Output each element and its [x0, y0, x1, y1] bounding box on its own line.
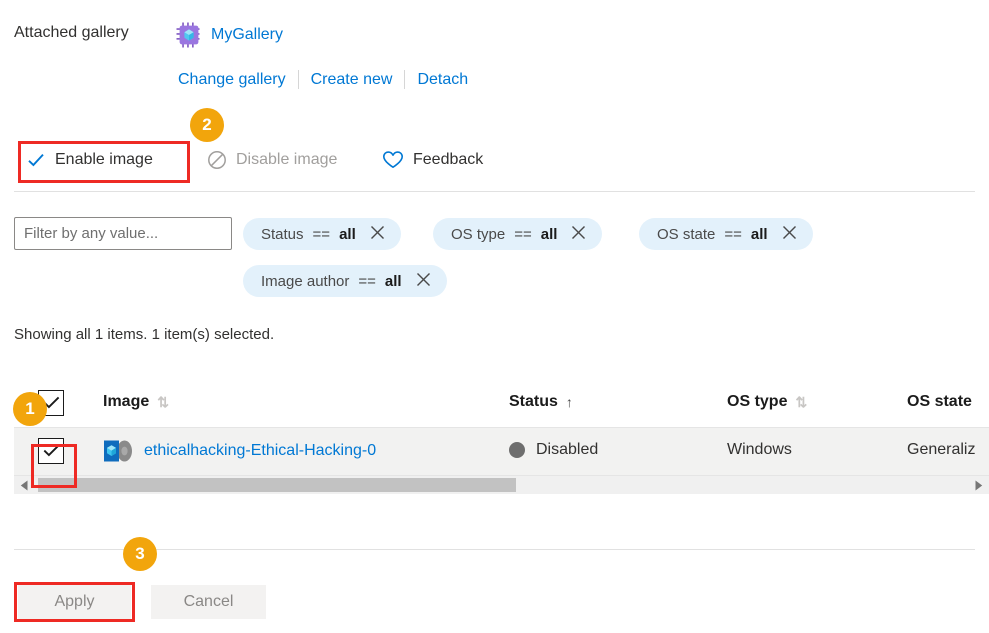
table-row[interactable]: ethicalhacking-Ethical-Hacking-0 Disable…: [14, 427, 989, 475]
gallery-name-link[interactable]: MyGallery: [211, 26, 283, 44]
row-os-type-cell: Windows: [727, 441, 792, 458]
filter-pill-os-state[interactable]: OS state == all: [639, 218, 813, 250]
status-dot-icon: [509, 442, 525, 458]
pill-field-label: OS type: [451, 225, 506, 243]
command-bar: Enable image Disable image Feedback: [0, 142, 989, 184]
row-os-state-cell: Generaliz: [907, 441, 976, 458]
pill-operator: ==: [358, 272, 376, 290]
detach-link[interactable]: Detach: [405, 71, 480, 89]
vm-image-icon: [103, 439, 133, 463]
column-header-os-type[interactable]: OS type ⇅: [727, 393, 807, 411]
pill-operator: ==: [724, 225, 742, 243]
table-header-row: Image ⇅ Status ↑ OS type ⇅ OS state: [14, 383, 989, 427]
column-header-os-state[interactable]: OS state: [907, 393, 972, 411]
column-header-label: OS state: [907, 393, 972, 410]
close-icon[interactable]: [571, 225, 586, 244]
results-summary: Showing all 1 items. 1 item(s) selected.: [14, 326, 275, 343]
pill-field-label: OS state: [657, 225, 716, 243]
checkmark-icon: [26, 150, 46, 170]
divider: [14, 549, 975, 550]
column-header-status[interactable]: Status ↑: [509, 393, 573, 411]
step-badge-1: 1: [13, 392, 47, 426]
apply-button[interactable]: Apply: [18, 585, 131, 619]
step-badge-2: 2: [190, 108, 224, 142]
heart-icon: [382, 150, 404, 170]
pill-value: all: [339, 225, 356, 243]
caret-left-icon[interactable]: [16, 476, 33, 494]
divider: [14, 191, 975, 192]
close-icon[interactable]: [370, 225, 385, 244]
close-icon[interactable]: [782, 225, 797, 244]
caret-right-icon[interactable]: [970, 476, 987, 494]
pill-value: all: [750, 225, 768, 243]
pill-field-label: Image author: [261, 272, 350, 290]
pill-value: all: [540, 225, 558, 243]
enable-image-label: Enable image: [55, 151, 153, 168]
gallery-actions: Change gallery Create new Detach: [178, 70, 480, 89]
row-status-label: Disabled: [536, 441, 599, 458]
filter-input[interactable]: [14, 217, 232, 250]
pill-operator: ==: [312, 225, 331, 243]
gallery-chip-icon: [176, 22, 202, 48]
row-select-checkbox[interactable]: [38, 438, 64, 464]
feedback-label: Feedback: [413, 151, 484, 168]
sort-ascending-icon: ↑: [565, 394, 573, 410]
cancel-button[interactable]: Cancel: [151, 585, 266, 619]
step-badge-3: 3: [123, 537, 157, 571]
pill-operator: ==: [514, 225, 532, 243]
close-icon[interactable]: [416, 272, 431, 291]
disable-image-button[interactable]: Disable image: [199, 142, 345, 178]
enable-image-button[interactable]: Enable image: [18, 142, 161, 178]
pill-value: all: [384, 272, 402, 290]
images-table: Image ⇅ Status ↑ OS type ⇅ OS state ethi…: [14, 383, 989, 494]
disable-image-label: Disable image: [236, 151, 338, 168]
feedback-button[interactable]: Feedback: [374, 142, 491, 178]
column-header-label: Image: [103, 393, 150, 410]
scrollbar-thumb[interactable]: [38, 478, 516, 492]
create-new-link[interactable]: Create new: [299, 71, 405, 89]
pill-field-label: Status: [261, 225, 304, 243]
filter-pill-image-author[interactable]: Image author == all: [243, 265, 447, 297]
change-gallery-link[interactable]: Change gallery: [178, 71, 298, 89]
row-image-cell: ethicalhacking-Ethical-Hacking-0: [103, 439, 376, 463]
row-image-name-link[interactable]: ethicalhacking-Ethical-Hacking-0: [144, 442, 376, 460]
column-header-label: Status: [509, 393, 558, 410]
column-header-image[interactable]: Image ⇅: [103, 393, 169, 411]
filter-pill-status[interactable]: Status == all: [243, 218, 401, 250]
attached-gallery-value: MyGallery: [176, 22, 283, 48]
sort-both-icon: ⇅: [795, 394, 808, 410]
horizontal-scrollbar[interactable]: [14, 475, 989, 494]
block-circle-icon: [207, 150, 227, 170]
column-header-label: OS type: [727, 393, 788, 410]
row-status-cell: Disabled: [509, 441, 598, 459]
attached-gallery-label: Attached gallery: [14, 24, 129, 41]
sort-both-icon: ⇅: [157, 394, 169, 410]
filter-pill-os-type[interactable]: OS type == all: [433, 218, 603, 250]
